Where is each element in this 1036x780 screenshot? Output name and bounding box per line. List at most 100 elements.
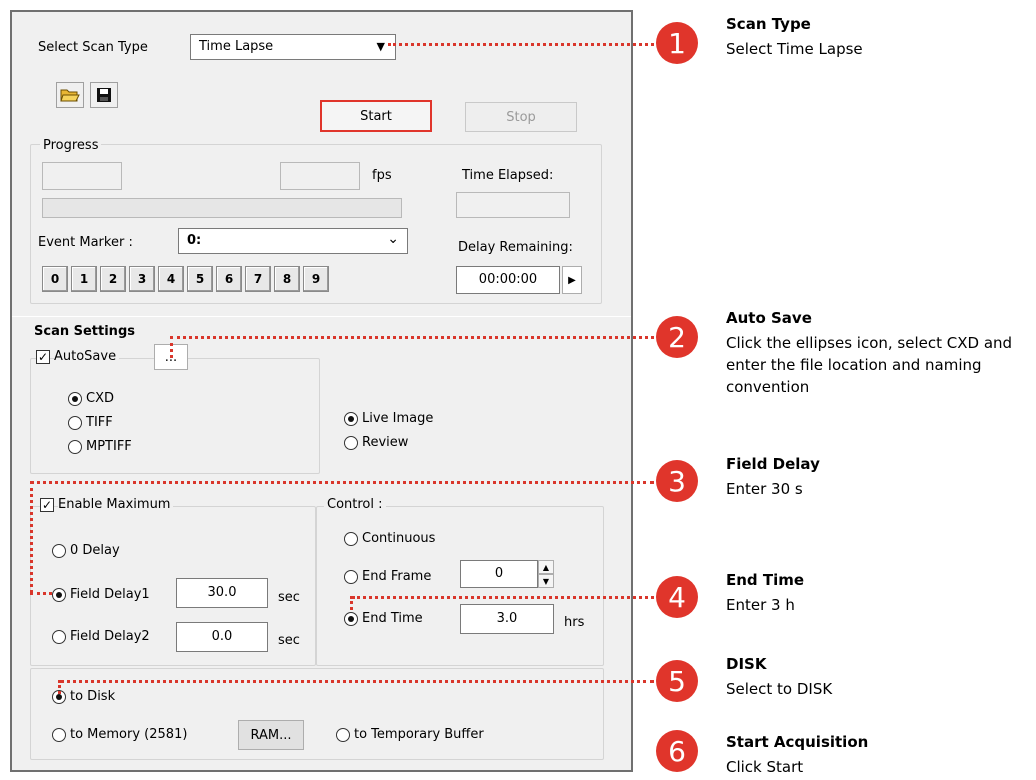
end-frame-radio[interactable]: [344, 570, 358, 584]
enable-maximum-checkbox[interactable]: ✓: [40, 498, 54, 512]
event-key-3[interactable]: 3: [129, 266, 155, 292]
live-image-radio[interactable]: [344, 412, 358, 426]
format-mptiff-label: MPTIFF: [86, 439, 132, 454]
event-key-1[interactable]: 1: [71, 266, 97, 292]
progress-bar: [42, 198, 402, 218]
continuous-radio[interactable]: [344, 532, 358, 546]
scan-type-value: Time Lapse: [199, 39, 274, 54]
leader-line-3: [30, 481, 654, 484]
delay-remaining-value: 00:00:00: [478, 272, 538, 287]
open-folder-button[interactable]: [56, 82, 84, 108]
delay-remaining-field: 00:00:00: [456, 266, 560, 294]
leader-line-3-drop: [30, 481, 33, 593]
ram-button[interactable]: RAM...: [238, 720, 304, 750]
field-delay1-unit: sec: [278, 590, 300, 605]
event-marker-label: Event Marker :: [38, 235, 133, 250]
field-delay1-radio[interactable]: [52, 588, 66, 602]
zero-delay-radio[interactable]: [52, 544, 66, 558]
scan-settings-title: Scan Settings: [34, 324, 135, 339]
format-cxd-radio[interactable]: [68, 392, 82, 406]
end-time-label: End Time: [362, 611, 423, 626]
autosave-checkbox[interactable]: ✓: [36, 350, 50, 364]
callout-badge-6: 6: [656, 730, 698, 772]
to-memory-label: to Memory (2581): [70, 727, 188, 742]
callout-title-2: Auto Save: [726, 309, 812, 327]
field-delay2-label: Field Delay2: [70, 629, 150, 644]
end-time-unit: hrs: [564, 615, 585, 630]
to-disk-label: to Disk: [70, 689, 116, 704]
event-key-4[interactable]: 4: [158, 266, 184, 292]
end-frame-decrement-button[interactable]: ▼: [538, 574, 554, 588]
live-image-label: Live Image: [362, 411, 434, 426]
field-delay2-radio[interactable]: [52, 630, 66, 644]
chevron-down-icon: ▼: [376, 40, 385, 53]
delay-remaining-next-button[interactable]: ▶: [562, 266, 582, 294]
field-delay2-value: 0.0: [211, 629, 233, 644]
to-memory-radio[interactable]: [52, 728, 66, 742]
field-delay1-input[interactable]: 30.0: [176, 578, 268, 608]
leader-line-3-stub: [30, 592, 52, 595]
time-elapsed-field: [456, 192, 570, 218]
enable-maximum-label: Enable Maximum: [58, 497, 174, 513]
folder-open-icon: [60, 89, 80, 102]
callout-text-2: Click the ellipses icon, select CXD and …: [726, 334, 1013, 396]
callout-text-4: Enter 3 h: [726, 596, 795, 614]
field-delay2-input[interactable]: 0.0: [176, 622, 268, 652]
callout-title-3: Field Delay: [726, 455, 820, 473]
event-key-5[interactable]: 5: [187, 266, 213, 292]
leader-line-2: [170, 336, 654, 339]
scan-dialog: Select Scan Type Time Lapse ▼ Start Stop…: [10, 10, 633, 772]
event-key-7[interactable]: 7: [245, 266, 271, 292]
end-frame-input[interactable]: 0: [460, 560, 538, 588]
event-key-6[interactable]: 6: [216, 266, 242, 292]
format-tiff-radio[interactable]: [68, 416, 82, 430]
delay-remaining-label: Delay Remaining:: [458, 240, 573, 255]
callout-badge-2: 2: [656, 316, 698, 358]
field-delay2-unit: sec: [278, 633, 300, 648]
format-tiff-label: TIFF: [86, 415, 113, 430]
floppy-disk-icon: [97, 88, 111, 102]
stop-button[interactable]: Stop: [465, 102, 577, 132]
section-divider: [12, 316, 631, 317]
event-marker-dropdown[interactable]: 0: ⌄: [178, 228, 408, 254]
leader-line-4: [352, 596, 654, 599]
field-delay1-label: Field Delay1: [70, 587, 150, 602]
event-key-8[interactable]: 8: [274, 266, 300, 292]
callout-title-4: End Time: [726, 571, 805, 589]
autosave-label: AutoSave: [54, 349, 120, 365]
end-frame-increment-button[interactable]: ▲: [538, 560, 554, 574]
play-arrow-icon: ▶: [568, 274, 576, 286]
to-temporary-buffer-radio[interactable]: [336, 728, 350, 742]
callout-text-1: Select Time Lapse: [726, 40, 863, 58]
end-frame-value: 0: [494, 566, 504, 581]
start-button[interactable]: Start: [320, 100, 432, 132]
scan-type-dropdown[interactable]: Time Lapse ▼: [190, 34, 396, 60]
scan-type-label: Select Scan Type: [38, 40, 148, 55]
callout-text-3: Enter 30 s: [726, 480, 803, 498]
callout-title-1: Scan Type: [726, 15, 811, 33]
leader-line-5-drop: [58, 680, 61, 694]
end-time-radio[interactable]: [344, 612, 358, 626]
caret-up-icon: ▲: [542, 562, 550, 572]
leader-line-4-drop: [350, 596, 353, 610]
end-frame-label: End Frame: [362, 569, 432, 584]
callout-title-6: Start Acquisition: [726, 733, 869, 751]
format-mptiff-radio[interactable]: [68, 440, 82, 454]
save-file-button[interactable]: [90, 82, 118, 108]
event-key-0[interactable]: 0: [42, 266, 68, 292]
event-key-2[interactable]: 2: [100, 266, 126, 292]
event-marker-value: 0:: [187, 233, 202, 248]
continuous-label: Continuous: [362, 531, 436, 546]
progress-frame-field: [42, 162, 122, 190]
fps-label: fps: [372, 168, 392, 183]
callout-text-6: Click Start: [726, 758, 804, 776]
event-key-9[interactable]: 9: [303, 266, 329, 292]
end-time-input[interactable]: 3.0: [460, 604, 554, 634]
review-radio[interactable]: [344, 436, 358, 450]
leader-line-5: [60, 680, 654, 683]
leader-line-2-drop: [170, 336, 173, 358]
to-temporary-buffer-label: to Temporary Buffer: [354, 727, 484, 742]
callout-badge-4: 4: [656, 576, 698, 618]
callout-badge-3: 3: [656, 460, 698, 502]
callout-badge-5: 5: [656, 660, 698, 702]
